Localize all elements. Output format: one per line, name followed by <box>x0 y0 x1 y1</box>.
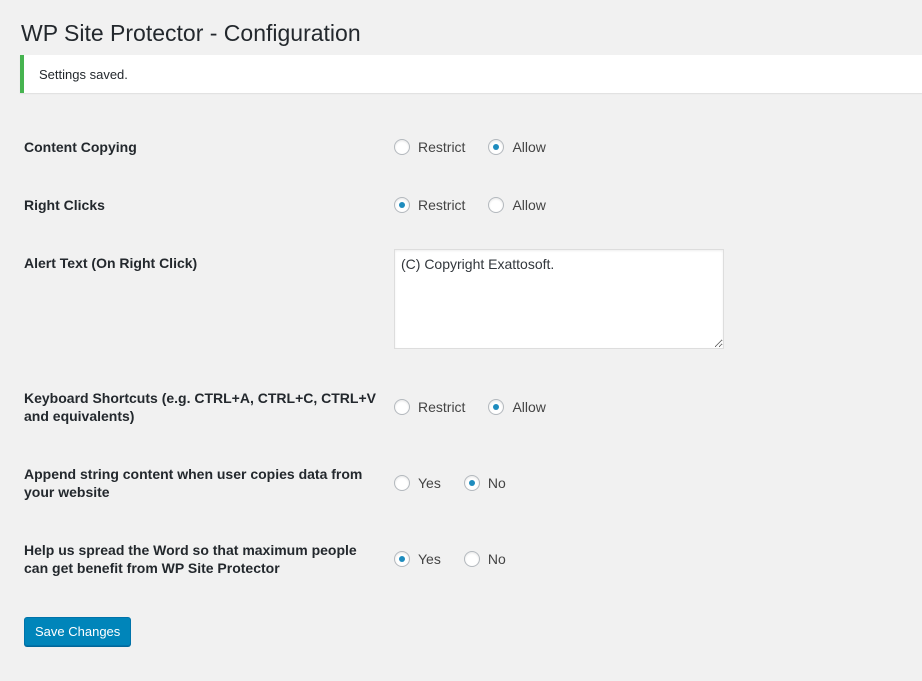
keyboard-shortcuts-allow-option[interactable]: Allow <box>488 399 546 415</box>
content-copying-restrict-label: Restrict <box>418 139 466 155</box>
page-title: WP Site Protector - Configuration <box>21 20 361 46</box>
right-clicks-restrict-option[interactable]: Restrict <box>394 197 465 213</box>
right-clicks-allow-radio[interactable] <box>488 197 505 213</box>
append-string-options: Yes No <box>394 475 506 491</box>
content-copying-allow-label: Allow <box>512 139 546 155</box>
content-copying-allow-option[interactable]: Allow <box>488 139 546 155</box>
keyboard-shortcuts-label: Keyboard Shortcuts (e.g. CTRL+A, CTRL+C,… <box>24 390 376 424</box>
right-clicks-label: Right Clicks <box>24 197 105 213</box>
spread-word-yes-radio[interactable] <box>394 551 410 567</box>
alert-text-label: Alert Text (On Right Click) <box>24 255 198 271</box>
spread-word-label: Help us spread the Word so that maximum … <box>24 542 357 576</box>
keyboard-shortcuts-options: Restrict Allow <box>394 399 546 415</box>
keyboard-shortcuts-restrict-label: Restrict <box>418 399 466 415</box>
content-copying-restrict-radio[interactable] <box>394 139 410 155</box>
spread-word-no-radio[interactable] <box>463 551 480 567</box>
content-copying-label: Content Copying <box>24 139 137 155</box>
settings-saved-notice: Settings saved. <box>20 55 922 93</box>
append-string-no-radio[interactable] <box>463 475 480 491</box>
content-copying-restrict-option[interactable]: Restrict <box>394 139 465 155</box>
append-string-yes-radio[interactable] <box>394 475 410 491</box>
alert-text-textarea[interactable]: (C) Copyright Exattosoft. <box>394 249 724 349</box>
keyboard-shortcuts-allow-label: Allow <box>512 399 546 415</box>
right-clicks-restrict-label: Restrict <box>418 197 466 213</box>
right-clicks-allow-label: Allow <box>512 197 546 213</box>
spread-word-no-label: No <box>487 551 506 567</box>
notice-text: Settings saved. <box>39 67 128 82</box>
append-string-no-option[interactable]: No <box>463 475 506 491</box>
content-copying-options: Restrict Allow <box>394 139 546 155</box>
spread-word-yes-label: Yes <box>418 551 441 567</box>
spread-word-yes-option[interactable]: Yes <box>394 551 441 567</box>
right-clicks-options: Restrict Allow <box>394 197 546 213</box>
keyboard-shortcuts-restrict-option[interactable]: Restrict <box>394 399 465 415</box>
append-string-yes-option[interactable]: Yes <box>394 475 441 491</box>
append-string-label: Append string content when user copies d… <box>24 466 363 500</box>
keyboard-shortcuts-restrict-radio[interactable] <box>394 399 410 415</box>
content-copying-allow-radio[interactable] <box>488 139 505 155</box>
append-string-yes-label: Yes <box>418 475 441 491</box>
append-string-no-label: No <box>487 475 506 491</box>
right-clicks-allow-option[interactable]: Allow <box>488 197 546 213</box>
spread-word-options: Yes No <box>394 551 506 567</box>
spread-word-no-option[interactable]: No <box>463 551 506 567</box>
save-changes-button[interactable]: Save Changes <box>24 617 132 646</box>
keyboard-shortcuts-allow-radio[interactable] <box>488 399 505 415</box>
right-clicks-restrict-radio[interactable] <box>394 197 410 213</box>
